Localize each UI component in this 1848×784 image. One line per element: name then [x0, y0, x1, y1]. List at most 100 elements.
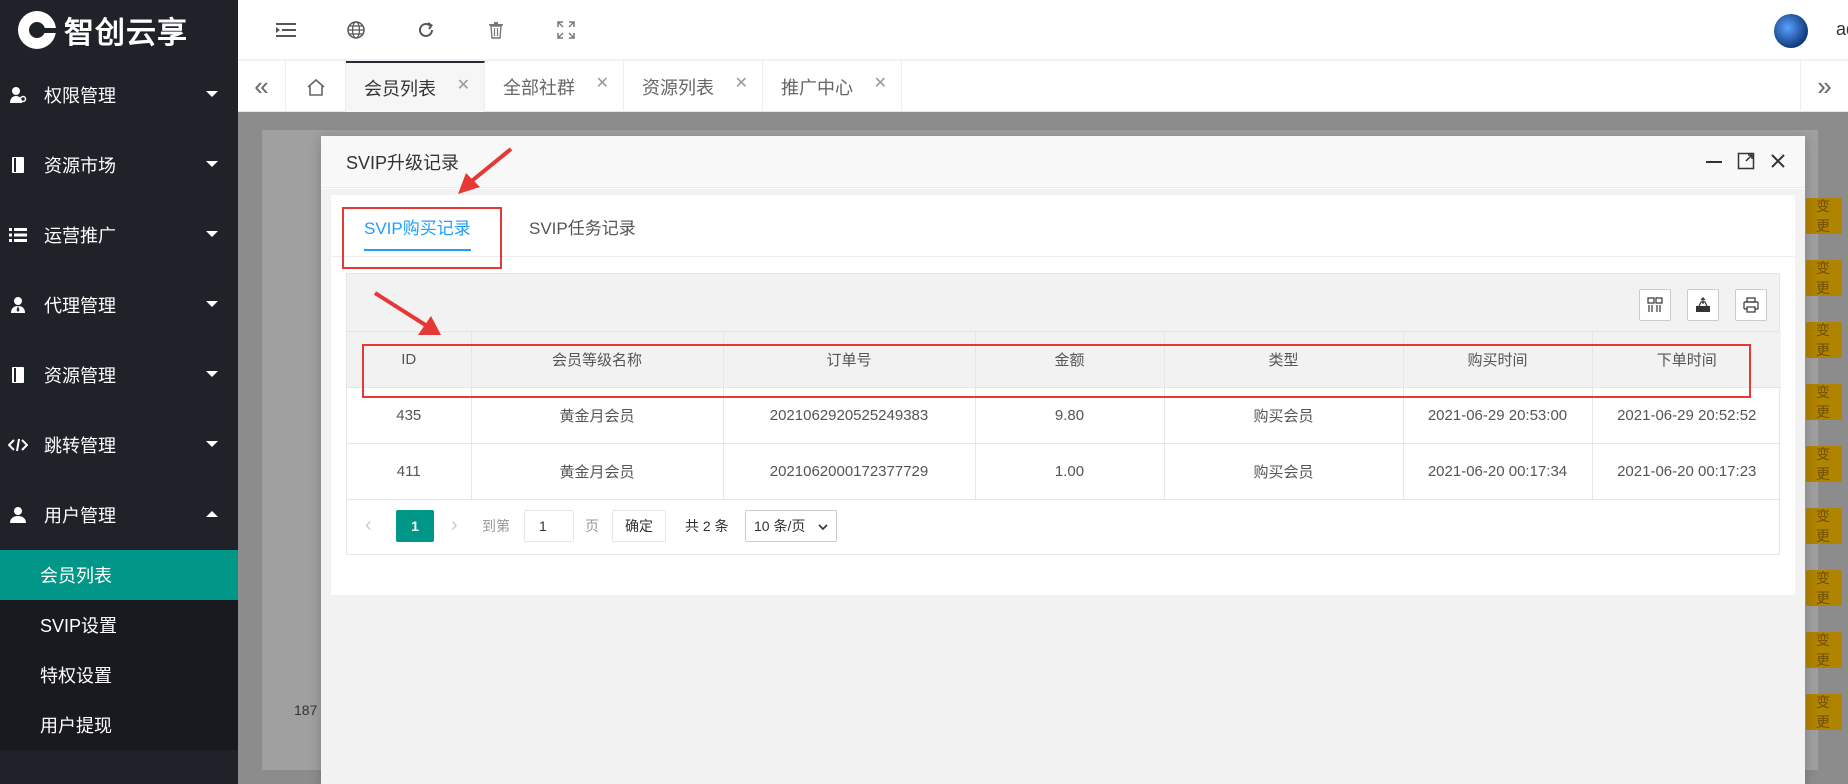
sidebar-item-label: 资源管理 — [44, 366, 116, 386]
close-icon[interactable]: ✕ — [735, 73, 748, 93]
change-button: 变更 — [1806, 446, 1842, 482]
sidebar-item-redirects[interactable]: 跳转管理 — [0, 410, 238, 480]
tab-label: SVIP购买记录 — [364, 218, 471, 238]
tab-svip-purchase-records[interactable]: SVIP购买记录 — [364, 195, 471, 257]
book-icon — [8, 365, 28, 385]
cell-amount: 1.00 — [975, 443, 1165, 500]
cell-purchase-time: 2021-06-29 20:53:00 — [1403, 387, 1593, 444]
menu-collapse-icon[interactable] — [274, 18, 298, 42]
change-button: 变更 — [1806, 384, 1842, 420]
cell-id: 411 — [347, 443, 472, 500]
print-icon[interactable] — [1735, 289, 1767, 321]
tab-svip-task-records[interactable]: SVIP任务记录 — [529, 195, 636, 257]
goto-page-input[interactable]: 1 — [524, 509, 574, 542]
sidebar-item-label: 资源市场 — [44, 156, 116, 176]
close-icon[interactable]: ✕ — [874, 73, 887, 93]
fullscreen-icon[interactable] — [554, 18, 578, 42]
tabs-scroll-right-icon[interactable]: » — [1800, 61, 1848, 112]
cell-level-name: 黄金月会员 — [471, 443, 724, 500]
username[interactable]: ad — [1836, 19, 1848, 40]
column-header-order-no[interactable]: 订单号 — [723, 332, 976, 388]
table-row[interactable]: 411 黄金月会员 2021062000172377729 1.00 购买会员 … — [347, 443, 1781, 500]
top-header: ad — [238, 0, 1848, 60]
minimize-icon[interactable] — [1703, 150, 1725, 172]
backdrop-row-number: 187 — [294, 702, 318, 718]
dialog-body: SVIP购买记录 SVIP任务记录 ID 会员等级名称 订单号 金额 类型 购买… — [321, 189, 1805, 784]
column-header-type[interactable]: 类型 — [1164, 332, 1404, 388]
prev-page-icon[interactable]: ‹ — [365, 510, 372, 542]
change-button: 变更 — [1806, 570, 1842, 606]
sidebar-item-permissions[interactable]: 权限管理 — [0, 60, 238, 130]
sidebar-item-label: 代理管理 — [44, 296, 116, 316]
cell-type: 购买会员 — [1164, 387, 1404, 444]
cell-type: 购买会员 — [1164, 443, 1404, 500]
column-header-order-time[interactable]: 下单时间 — [1592, 332, 1781, 388]
close-icon[interactable] — [1767, 150, 1789, 172]
column-header-amount[interactable]: 金额 — [975, 332, 1165, 388]
caret-down-icon — [206, 301, 218, 307]
close-icon[interactable]: ✕ — [457, 75, 470, 95]
caret-down-icon — [206, 91, 218, 97]
code-icon — [8, 435, 28, 455]
record-tabs: SVIP购买记录 SVIP任务记录 — [331, 195, 1795, 257]
caret-up-icon — [206, 511, 218, 517]
pagination: ‹ 1 › 到第 1 页 确定 共 2 条 10 条/页 — [347, 500, 1779, 552]
goto-confirm-button[interactable]: 确定 — [612, 509, 666, 542]
table-row[interactable]: 435 黄金月会员 2021062920525249383 9.80 购买会员 … — [347, 387, 1781, 444]
logo-mark-icon — [18, 11, 57, 49]
sidebar-item-resource-market[interactable]: 资源市场 — [0, 130, 238, 200]
brand-name: 智创云享 — [64, 17, 188, 50]
column-header-level-name[interactable]: 会员等级名称 — [471, 332, 724, 388]
change-button: 变更 — [1806, 694, 1842, 730]
dialog-title: SVIP升级记录 — [346, 152, 460, 173]
cell-order-no: 2021062000172377729 — [723, 443, 976, 500]
tab-resource-list[interactable]: 资源列表 ✕ — [624, 61, 763, 112]
page-label: 页 — [585, 517, 599, 534]
cell-level-name: 黄金月会员 — [471, 387, 724, 444]
sidebar-subitem-privilege-settings[interactable]: 特权设置 — [0, 650, 238, 700]
sidebar-subitem-svip-settings[interactable]: SVIP设置 — [0, 600, 238, 650]
page-size-select[interactable]: 10 条/页 — [745, 509, 837, 542]
table-toolbar — [347, 274, 1779, 332]
total-count: 共 2 条 — [685, 517, 729, 534]
book-icon — [8, 155, 28, 175]
sidebar-item-operations[interactable]: 运营推广 — [0, 200, 238, 270]
purchase-records-table: ID 会员等级名称 订单号 金额 类型 购买时间 下单时间 435 黄金月会员 — [347, 332, 1781, 500]
next-page-icon[interactable]: › — [451, 510, 458, 542]
tab-member-list[interactable]: 会员列表 ✕ — [346, 61, 485, 112]
sidebar-item-resource-management[interactable]: 资源管理 — [0, 340, 238, 410]
column-header-id[interactable]: ID — [347, 332, 472, 388]
tab-promotion-center[interactable]: 推广中心 ✕ — [763, 61, 902, 112]
sidebar-subitem-withdrawals[interactable]: 用户提现 — [0, 700, 238, 750]
trash-icon[interactable] — [484, 18, 508, 42]
agent-user-icon — [8, 295, 28, 315]
sidebar-item-label: 权限管理 — [44, 86, 116, 106]
sidebar: 智创云享 权限管理 资源市场 运营推广 代理管理 资源管理 跳转管理 用户管理 … — [0, 0, 238, 784]
change-button: 变更 — [1806, 632, 1842, 668]
refresh-icon[interactable] — [414, 18, 438, 42]
maximize-icon[interactable] — [1735, 150, 1757, 172]
caret-down-icon — [206, 161, 218, 167]
records-card: SVIP购买记录 SVIP任务记录 ID 会员等级名称 订单号 金额 类型 购买… — [331, 195, 1795, 595]
columns-filter-icon[interactable] — [1639, 289, 1671, 321]
avatar[interactable] — [1774, 14, 1808, 48]
sidebar-subitem-member-list[interactable]: 会员列表 — [0, 550, 238, 600]
home-tab-icon[interactable] — [286, 61, 346, 112]
change-button: 变更 — [1806, 260, 1842, 296]
sidebar-item-agents[interactable]: 代理管理 — [0, 270, 238, 340]
close-icon[interactable]: ✕ — [596, 73, 609, 93]
column-header-purchase-time[interactable]: 购买时间 — [1403, 332, 1593, 388]
tabs-scroll-left-icon[interactable]: « — [238, 61, 286, 112]
tab-all-groups[interactable]: 全部社群 ✕ — [485, 61, 624, 112]
globe-icon[interactable] — [344, 18, 368, 42]
caret-down-icon — [206, 231, 218, 237]
export-icon[interactable] — [1687, 289, 1719, 321]
page-tabs-bar: « 会员列表 ✕ 全部社群 ✕ 资源列表 ✕ 推广中心 ✕ » — [238, 61, 1848, 112]
table-header-row: ID 会员等级名称 订单号 金额 类型 购买时间 下单时间 — [347, 332, 1781, 388]
svip-upgrade-records-dialog: SVIP升级记录 SVIP购买记录 SVIP任务记录 ID 会员等级名称 订单号… — [321, 136, 1805, 784]
brand-logo[interactable]: 智创云享 — [0, 0, 238, 60]
tab-label: 推广中心 — [781, 77, 853, 98]
tab-label: SVIP任务记录 — [529, 218, 636, 238]
sidebar-item-users[interactable]: 用户管理 — [0, 480, 238, 550]
page-1-button[interactable]: 1 — [396, 509, 434, 542]
